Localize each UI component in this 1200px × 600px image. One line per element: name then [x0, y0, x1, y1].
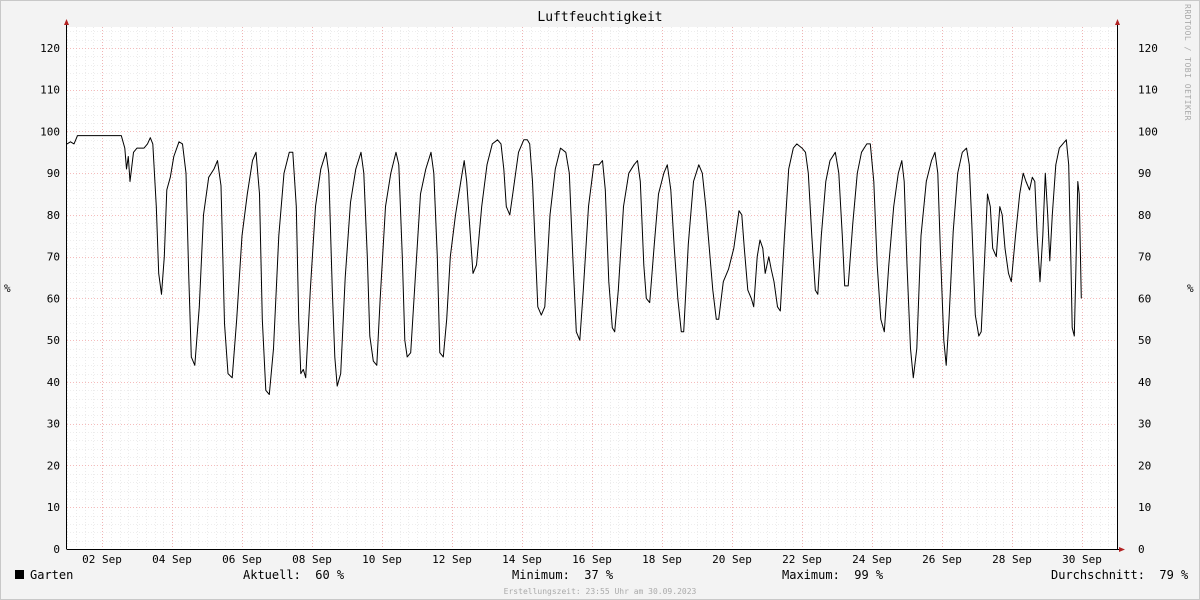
stat-current: Aktuell: 60 % — [243, 568, 344, 582]
y-tick-label-right: 40 — [1138, 376, 1151, 389]
y-tick-label-left: 30 — [47, 418, 60, 431]
y-tick-label-right: 60 — [1138, 292, 1151, 305]
y-tick-label-right: 110 — [1138, 84, 1158, 97]
x-tick-label: 10 Sep — [362, 553, 402, 566]
y-tick-label-left: 50 — [47, 334, 60, 347]
stat-maximum-value: 99 % — [854, 568, 884, 582]
chart-canvas: 0 0 10 10 20 20 30 30 40 40 50 50 60 60 70 70 80 80 90 90 10… — [0, 0, 1200, 600]
stat-average-value: 79 % — [1159, 568, 1189, 582]
y-tick-label-left: 80 — [47, 209, 60, 222]
x-tick-label: 26 Sep — [922, 553, 962, 566]
stat-current-value: 60 % — [315, 568, 345, 582]
y-axis-unit-right: % — [1187, 282, 1194, 295]
y-tick-label-right: 80 — [1138, 209, 1151, 222]
y-axis-unit-left: % — [4, 282, 11, 295]
x-tick-label: 30 Sep — [1062, 553, 1102, 566]
y-tick-label-left: 110 — [40, 84, 60, 97]
x-tick-label: 16 Sep — [572, 553, 612, 566]
plot-area — [67, 27, 1117, 549]
y-tick-label-left: 0 — [53, 543, 60, 556]
y-tick-label-right: 120 — [1138, 42, 1158, 55]
stat-current-label: Aktuell: — [243, 568, 301, 582]
x-axis-arrow — [1119, 547, 1125, 552]
stat-minimum-label: Minimum: — [512, 568, 570, 582]
y-tick-label-left: 120 — [40, 42, 60, 55]
chart-title: Luftfeuchtigkeit — [537, 10, 663, 25]
y-tick-label-right: 10 — [1138, 501, 1151, 514]
stat-maximum-label: Maximum: — [782, 568, 840, 582]
x-tick-label: 04 Sep — [152, 553, 192, 566]
y-tick-label-left: 40 — [47, 376, 60, 389]
x-tick-label: 08 Sep — [292, 553, 332, 566]
y-tick-label-right: 100 — [1138, 125, 1158, 138]
y-tick-label-left: 10 — [47, 501, 60, 514]
x-tick-label: 20 Sep — [712, 553, 752, 566]
x-tick-label: 02 Sep — [82, 553, 122, 566]
y-tick-label-right: 0 — [1138, 543, 1145, 556]
y-tick-label-left: 20 — [47, 459, 60, 472]
legend-color-swatch — [15, 570, 24, 579]
x-tick-label: 18 Sep — [642, 553, 682, 566]
chart-window: 0 0 10 10 20 20 30 30 40 40 50 50 60 60 70 70 80 80 90 90 10… — [0, 0, 1200, 600]
y-tick-label-right: 70 — [1138, 251, 1151, 264]
stat-maximum: Maximum: 99 % — [782, 568, 883, 582]
y-tick-label-right: 20 — [1138, 459, 1151, 472]
y-tick-label-left: 100 — [40, 125, 60, 138]
creation-time-footer: Erstellungszeit: 23:55 Uhr am 30.09.2023 — [503, 587, 697, 596]
stat-minimum-value: 37 % — [584, 568, 614, 582]
x-tick-label: 06 Sep — [222, 553, 262, 566]
watermark: RRDTOOL / TOBI OETIKER — [1183, 4, 1192, 121]
x-tick-label: 24 Sep — [852, 553, 892, 566]
x-tick-label: 14 Sep — [502, 553, 542, 566]
stat-minimum: Minimum: 37 % — [512, 568, 613, 582]
legend-series-name: Garten — [30, 568, 74, 582]
x-tick-label: 12 Sep — [432, 553, 472, 566]
y-tick-label-left: 60 — [47, 292, 60, 305]
y-tick-label-left: 90 — [47, 167, 60, 180]
stat-average-label: Durchschnitt: — [1051, 568, 1145, 582]
x-tick-label: 22 Sep — [782, 553, 822, 566]
y-tick-label-right: 30 — [1138, 418, 1151, 431]
stat-average: Durchschnitt: 79 % — [1051, 568, 1188, 582]
y-tick-label-left: 70 — [47, 251, 60, 264]
y-tick-label-right: 90 — [1138, 167, 1151, 180]
x-tick-label: 28 Sep — [992, 553, 1032, 566]
y-tick-label-right: 50 — [1138, 334, 1151, 347]
